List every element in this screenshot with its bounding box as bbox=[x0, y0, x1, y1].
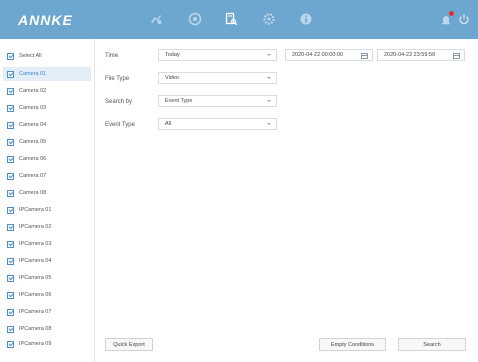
camera-label: Camera 04 bbox=[19, 122, 47, 128]
checkbox-icon[interactable] bbox=[7, 70, 14, 78]
camera-label: Camera 08 bbox=[19, 190, 47, 196]
quick-export-button[interactable]: Quick Export bbox=[105, 338, 153, 351]
checkbox-icon[interactable] bbox=[7, 257, 14, 265]
camera-label: Camera 06 bbox=[19, 156, 47, 162]
select-all-checkbox[interactable]: Select All bbox=[3, 49, 91, 63]
event-type-label: Event Type bbox=[105, 122, 135, 128]
camera-item[interactable]: Camera 04 bbox=[3, 118, 91, 132]
brand-logo: ANNKE bbox=[18, 12, 73, 28]
time-value: Today bbox=[165, 52, 180, 58]
checkbox-icon[interactable] bbox=[7, 138, 14, 146]
checkbox-icon[interactable] bbox=[7, 274, 14, 282]
event-type-value: All bbox=[165, 121, 172, 127]
time-label: Time bbox=[105, 53, 119, 59]
camera-item[interactable]: Camera 05 bbox=[3, 135, 91, 149]
end-time-field[interactable]: 2020-04-22 23:59:59 bbox=[377, 49, 465, 61]
camera-item[interactable]: Camera 06 bbox=[3, 152, 91, 166]
chevron-down-icon bbox=[267, 100, 271, 102]
camera-label: Camera 07 bbox=[19, 173, 47, 179]
camera-label: IPCamera 04 bbox=[19, 258, 52, 264]
camera-item[interactable]: IPCamera 01 bbox=[3, 203, 91, 217]
calendar-icon[interactable] bbox=[453, 52, 460, 59]
chevron-down-icon bbox=[267, 77, 271, 79]
camera-label: IPCamera 01 bbox=[19, 207, 52, 213]
camera-item[interactable]: IPCamera 05 bbox=[3, 271, 91, 285]
checkbox-icon[interactable] bbox=[7, 206, 14, 214]
chevron-down-icon bbox=[267, 123, 271, 125]
checkbox-icon[interactable] bbox=[7, 325, 14, 333]
search-button[interactable]: Search bbox=[398, 338, 466, 351]
chevron-down-icon bbox=[267, 54, 271, 56]
camera-item[interactable]: Camera 07 bbox=[3, 169, 91, 183]
camera-item[interactable]: Camera 01 bbox=[3, 67, 91, 81]
camera-label: IPCamera 06 bbox=[19, 292, 52, 298]
time-select[interactable]: Today bbox=[158, 49, 277, 61]
file-search-icon[interactable] bbox=[222, 10, 240, 28]
camera-label: Camera 05 bbox=[19, 139, 47, 145]
camera-label: IPCamera 07 bbox=[19, 309, 52, 315]
power-icon[interactable] bbox=[455, 10, 473, 28]
start-time-field[interactable]: 2020-04-22 00:00:00 bbox=[285, 49, 373, 61]
camera-item[interactable]: IPCamera 08 bbox=[3, 322, 91, 336]
search-by-label: Search by bbox=[105, 99, 133, 105]
checkbox-icon[interactable] bbox=[7, 87, 14, 95]
camera-label: Camera 03 bbox=[19, 105, 47, 111]
checkbox-icon[interactable] bbox=[7, 240, 14, 248]
camera-item[interactable]: IPCamera 03 bbox=[3, 237, 91, 251]
empty-conditions-button[interactable]: Empty Conditions bbox=[319, 338, 386, 351]
start-time-value: 2020-04-22 00:00:00 bbox=[292, 52, 344, 58]
camera-item[interactable]: IPCamera 06 bbox=[3, 288, 91, 302]
camera-label: IPCamera 08 bbox=[19, 326, 52, 332]
search-by-value: Event Type bbox=[165, 98, 193, 104]
info-icon[interactable] bbox=[297, 10, 315, 28]
camera-item[interactable]: Camera 03 bbox=[3, 101, 91, 115]
camera-label: IPCamera 09 bbox=[19, 341, 52, 347]
checkbox-icon[interactable] bbox=[7, 189, 14, 197]
alarm-badge bbox=[449, 11, 454, 16]
camera-item[interactable]: IPCamera 09 bbox=[3, 337, 91, 351]
checkbox-icon[interactable] bbox=[7, 104, 14, 112]
camera-item[interactable]: IPCamera 07 bbox=[3, 305, 91, 319]
camera-label: Camera 02 bbox=[19, 88, 47, 94]
file-type-value: Video bbox=[165, 75, 179, 81]
checkbox-icon[interactable] bbox=[7, 155, 14, 163]
top-navigation-bar: ANNKE bbox=[0, 0, 478, 39]
camera-item[interactable]: Camera 02 bbox=[3, 84, 91, 98]
checkbox-icon[interactable] bbox=[7, 291, 14, 299]
search-by-select[interactable]: Event Type bbox=[158, 95, 277, 107]
camera-item[interactable]: IPCamera 02 bbox=[3, 220, 91, 234]
settings-icon[interactable] bbox=[260, 10, 278, 28]
checkbox-icon[interactable] bbox=[7, 308, 14, 316]
file-type-label: File Type bbox=[105, 76, 130, 82]
live-view-icon[interactable] bbox=[147, 10, 165, 28]
checkbox-icon[interactable] bbox=[7, 223, 14, 231]
camera-label: Camera 01 bbox=[19, 71, 47, 77]
camera-label: IPCamera 02 bbox=[19, 224, 52, 230]
camera-item[interactable]: Camera 08 bbox=[3, 186, 91, 200]
select-all-label: Select All bbox=[19, 53, 42, 59]
camera-label: IPCamera 05 bbox=[19, 275, 52, 281]
camera-item[interactable]: IPCamera 04 bbox=[3, 254, 91, 268]
checkbox-icon[interactable] bbox=[7, 52, 14, 60]
camera-label: IPCamera 03 bbox=[19, 241, 52, 247]
camera-list-panel: Select All Camera 01 Camera 02 Camera 03… bbox=[0, 39, 95, 362]
playback-icon[interactable] bbox=[186, 10, 204, 28]
calendar-icon[interactable] bbox=[361, 52, 368, 59]
search-form-panel: Time Today 2020-04-22 00:00:00 2020-04-2… bbox=[96, 39, 478, 362]
file-type-select[interactable]: Video bbox=[158, 72, 277, 84]
end-time-value: 2020-04-22 23:59:59 bbox=[384, 52, 436, 58]
checkbox-icon[interactable] bbox=[7, 340, 14, 348]
event-type-select[interactable]: All bbox=[158, 118, 277, 130]
checkbox-icon[interactable] bbox=[7, 172, 14, 180]
checkbox-icon[interactable] bbox=[7, 121, 14, 129]
